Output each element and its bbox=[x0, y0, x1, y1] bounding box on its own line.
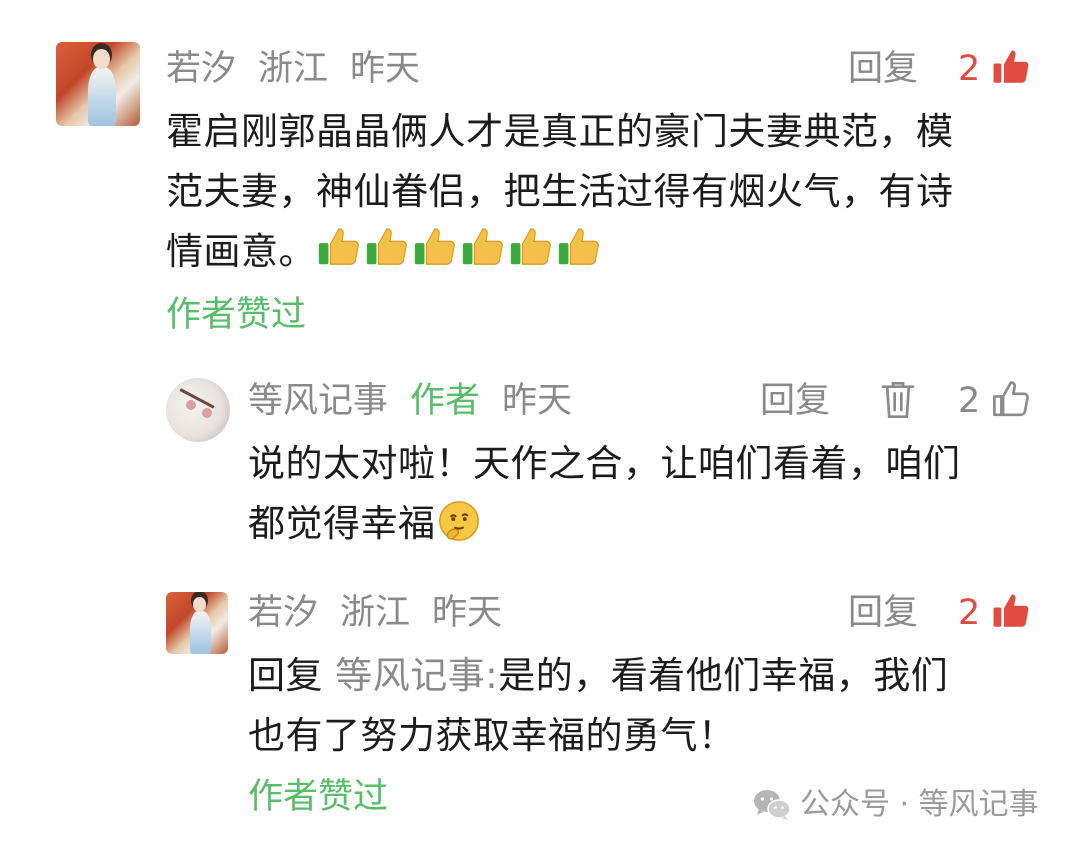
author-liked-badge: 作者赞过 bbox=[248, 777, 389, 817]
comment-meta: 等风记事 作者 昨天 bbox=[248, 384, 594, 419]
comment-line-text: 情画意。 bbox=[166, 230, 316, 273]
avatar[interactable] bbox=[166, 592, 228, 654]
location: 浙江 bbox=[258, 49, 329, 89]
avatar[interactable] bbox=[166, 378, 230, 442]
thumbs-up-icon bbox=[510, 228, 551, 265]
timestamp: 昨天 bbox=[350, 49, 421, 89]
author-tag: 作者 bbox=[410, 381, 481, 421]
comment-meta: 若汐 浙江 昨天 bbox=[166, 52, 442, 87]
reply-prefix: 回复 bbox=[248, 654, 323, 697]
comment-line-text: 都觉得幸福 bbox=[248, 502, 436, 545]
trash-icon[interactable] bbox=[878, 378, 918, 422]
username[interactable]: 若汐 bbox=[166, 49, 236, 89]
comment-text: 霍启刚郭晶晶俩人才是真正的豪门夫妻典范，模 范夫妻，神仙眷侣，把生活过得有烟火气… bbox=[166, 102, 1046, 282]
like-count: 2 bbox=[958, 49, 981, 89]
thumbs-up-icon[interactable] bbox=[990, 590, 1032, 632]
reply-target[interactable]: 等风记事: bbox=[335, 654, 498, 697]
timestamp: 昨天 bbox=[432, 593, 503, 633]
emoji-row bbox=[316, 224, 602, 270]
reply-button[interactable]: 回复 bbox=[848, 52, 918, 87]
comment-line-last: 情画意。 bbox=[166, 222, 1046, 282]
username[interactable]: 等风记事 bbox=[248, 381, 388, 421]
thumbs-up-icon bbox=[318, 228, 359, 265]
comment-line: 回复 等风记事:是的，看着他们幸福，我们 bbox=[248, 646, 1048, 706]
account-label: 公众号 · 等风记事 bbox=[800, 787, 1039, 822]
username[interactable]: 若汐 bbox=[248, 593, 318, 633]
like-count: 2 bbox=[958, 381, 981, 421]
author-liked-badge: 作者赞过 bbox=[166, 295, 307, 335]
comment-line-text: 是的，看着他们幸福，我们 bbox=[498, 654, 949, 697]
reply-button[interactable]: 回复 bbox=[848, 596, 918, 631]
wechat-icon bbox=[754, 790, 791, 820]
comment-line: 范夫妻，神仙眷侣，把生活过得有烟火气，有诗 bbox=[166, 170, 954, 213]
comment-text: 回复 等风记事:是的，看着他们幸福，我们 也有了努力获取幸福的勇气！ bbox=[248, 646, 1048, 766]
thumbs-up-icon bbox=[414, 228, 455, 265]
thinking-face-icon bbox=[438, 501, 479, 541]
thumbs-up-icon bbox=[366, 228, 407, 265]
location: 浙江 bbox=[340, 593, 411, 633]
avatar[interactable] bbox=[56, 42, 140, 126]
reply-button[interactable]: 回复 bbox=[760, 384, 830, 419]
comment-meta: 若汐 浙江 昨天 bbox=[248, 596, 524, 631]
comment-line: 也有了努力获取幸福的勇气！ bbox=[248, 714, 736, 757]
account-watermark: 公众号 · 等风记事 bbox=[752, 788, 1039, 822]
thumbs-up-icon[interactable] bbox=[990, 46, 1032, 88]
comment-line-last: 都觉得幸福 bbox=[248, 494, 1048, 554]
thumbs-up-icon bbox=[558, 228, 599, 265]
comment-line: 说的太对啦！天作之合，让咱们看着，咱们 bbox=[248, 442, 961, 485]
like-count: 2 bbox=[958, 593, 981, 633]
comment-text: 说的太对啦！天作之合，让咱们看着，咱们 都觉得幸福 bbox=[248, 434, 1048, 554]
timestamp: 昨天 bbox=[502, 381, 573, 421]
comment-line: 霍启刚郭晶晶俩人才是真正的豪门夫妻典范，模 bbox=[166, 110, 954, 153]
thumbs-up-icon[interactable] bbox=[990, 378, 1032, 420]
thumbs-up-icon bbox=[462, 228, 503, 265]
